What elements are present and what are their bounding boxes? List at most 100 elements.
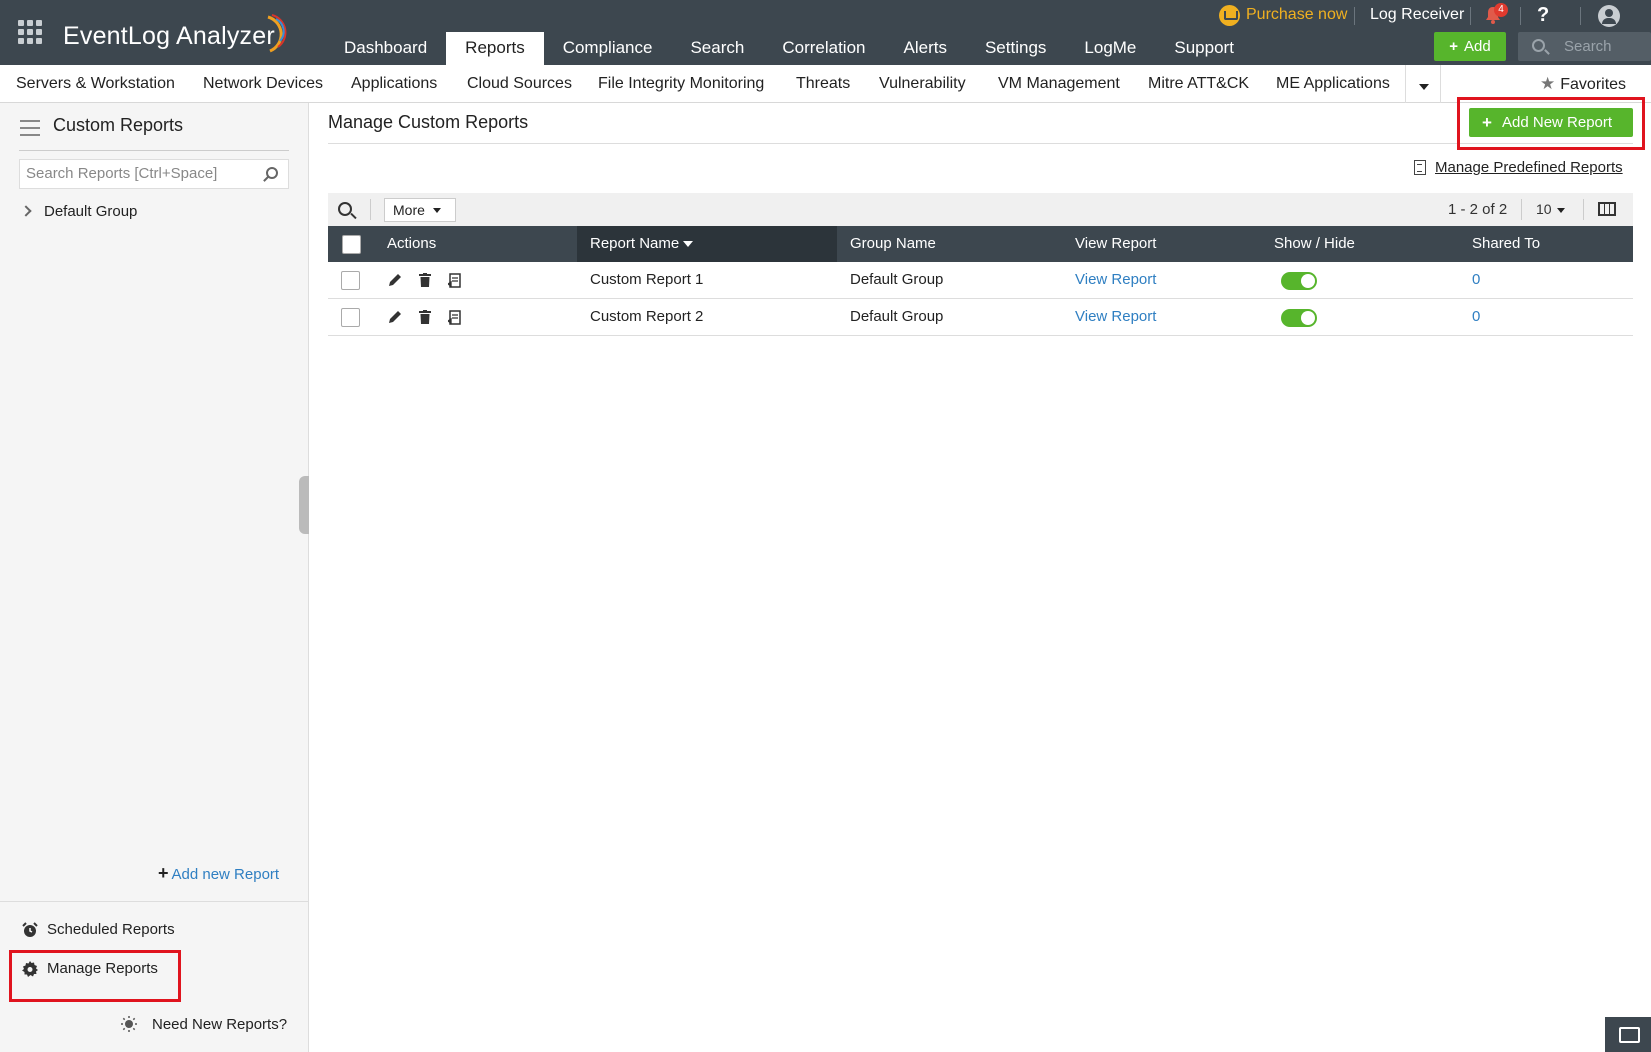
subnav-mitre-attack[interactable]: Mitre ATT&CK xyxy=(1148,65,1249,103)
subnav-file-integrity-monitoring[interactable]: File Integrity Monitoring xyxy=(598,65,764,103)
tab-dashboard[interactable]: Dashboard xyxy=(325,32,446,65)
manage-predefined-reports-link[interactable]: Manage Predefined Reports xyxy=(1414,159,1623,176)
search-icon[interactable] xyxy=(266,167,278,179)
column-header-shared-to[interactable]: Shared To xyxy=(1472,226,1540,262)
column-header-group-name[interactable]: Group Name xyxy=(850,226,936,262)
table-row: Custom Report 1 Default Group View Repor… xyxy=(328,262,1633,299)
show-hide-toggle[interactable] xyxy=(1281,272,1317,290)
sidebar-search-input[interactable]: Search Reports [Ctrl+Space] xyxy=(19,159,289,189)
tab-support[interactable]: Support xyxy=(1155,32,1253,65)
export-report-icon[interactable] xyxy=(448,310,462,326)
divider xyxy=(1520,7,1521,25)
export-report-icon[interactable] xyxy=(448,273,462,289)
plus-icon: + xyxy=(158,863,169,883)
notification-bell-icon[interactable]: 4 xyxy=(1485,3,1508,24)
sidebar: Custom Reports Search Reports [Ctrl+Spac… xyxy=(0,103,309,1052)
column-header-view-report[interactable]: View Report xyxy=(1075,226,1156,262)
table-search-icon[interactable] xyxy=(338,202,352,216)
column-chooser-icon[interactable] xyxy=(1598,202,1616,216)
need-new-reports-link[interactable]: Need New Reports? xyxy=(120,1015,287,1033)
subnav-vm-management[interactable]: VM Management xyxy=(998,65,1120,103)
divider xyxy=(1354,7,1355,25)
app-grid-icon[interactable] xyxy=(18,20,42,44)
sidebar-search-placeholder: Search Reports [Ctrl+Space] xyxy=(26,165,218,182)
sidebar-title: Custom Reports xyxy=(53,115,184,135)
table-row: Custom Report 2 Default Group View Repor… xyxy=(328,299,1633,336)
divider xyxy=(1521,199,1522,220)
per-page-dropdown[interactable]: 10 xyxy=(1536,193,1565,226)
tab-correlation[interactable]: Correlation xyxy=(763,32,884,65)
app-logo: EventLog Analyzer xyxy=(63,22,275,50)
column-header-show-hide[interactable]: Show / Hide xyxy=(1274,226,1355,262)
delete-trash-icon[interactable] xyxy=(419,310,431,324)
tab-compliance[interactable]: Compliance xyxy=(544,32,672,65)
page-title: Manage Custom Reports xyxy=(328,112,529,132)
view-report-link[interactable]: View Report xyxy=(1075,299,1156,335)
add-new-report-label: Add new Report xyxy=(171,866,280,883)
report-name-cell: Custom Report 2 xyxy=(590,308,704,325)
group-name-cell: Default Group xyxy=(850,308,944,325)
subnav-me-applications[interactable]: ME Applications xyxy=(1276,65,1390,103)
select-all-checkbox[interactable] xyxy=(342,235,361,254)
user-avatar-icon[interactable] xyxy=(1598,5,1620,27)
top-bar: EventLog Analyzer Dashboard Reports Comp… xyxy=(0,0,1651,65)
global-search-placeholder: Search xyxy=(1564,38,1612,55)
purchase-now-label: Purchase now xyxy=(1246,6,1348,23)
sidebar-item-default-group[interactable]: Default Group xyxy=(20,203,138,220)
subnav-threats[interactable]: Threats xyxy=(796,65,850,103)
tab-logme[interactable]: LogMe xyxy=(1065,32,1155,65)
subnav-network-devices[interactable]: Network Devices xyxy=(203,65,323,103)
add-button[interactable]: + Add xyxy=(1434,32,1506,61)
row-checkbox[interactable] xyxy=(341,308,360,327)
table-toolbar: More 1 - 2 of 2 10 xyxy=(328,193,1633,226)
report-name-cell: Custom Report 1 xyxy=(590,271,704,288)
sidebar-item-label: Default Group xyxy=(44,203,138,220)
subnav-applications[interactable]: Applications xyxy=(351,65,437,103)
divider xyxy=(328,143,1633,144)
notification-count-badge: 4 xyxy=(1494,3,1508,17)
more-dropdown[interactable]: More xyxy=(384,198,456,222)
show-hide-toggle[interactable] xyxy=(1281,309,1317,327)
shared-to-count-link[interactable]: 0 xyxy=(1472,299,1480,335)
app-window: EventLog Analyzer Dashboard Reports Comp… xyxy=(0,0,1651,1052)
subnav-vulnerability[interactable]: Vulnerability xyxy=(879,65,966,103)
shared-to-count-link[interactable]: 0 xyxy=(1472,262,1480,298)
row-checkbox[interactable] xyxy=(341,271,360,290)
log-receiver-link[interactable]: Log Receiver xyxy=(1370,0,1464,30)
edit-pencil-icon[interactable] xyxy=(388,273,402,287)
logo-arc-icon xyxy=(267,14,287,53)
purchase-now-link[interactable]: Purchase now xyxy=(1219,0,1347,30)
sub-nav: Servers & Workstation Network Devices Ap… xyxy=(0,65,1651,103)
global-search-input[interactable]: Search xyxy=(1518,32,1651,61)
chevron-right-icon xyxy=(20,205,32,217)
add-new-report-link[interactable]: + Add new Report xyxy=(158,863,279,884)
table-header: Actions Report Name Group Name View Repo… xyxy=(328,226,1633,262)
divider xyxy=(1470,7,1471,25)
column-header-report-name[interactable]: Report Name xyxy=(577,226,837,262)
subnav-servers-workstation[interactable]: Servers & Workstation xyxy=(16,65,175,103)
manage-predefined-reports-label: Manage Predefined Reports xyxy=(1435,159,1623,176)
chat-icon[interactable] xyxy=(1605,1017,1651,1052)
tab-settings[interactable]: Settings xyxy=(966,32,1065,65)
highlight-box xyxy=(1457,97,1645,150)
tab-alerts[interactable]: Alerts xyxy=(885,32,966,65)
hamburger-menu-icon[interactable] xyxy=(20,120,40,136)
view-report-link[interactable]: View Report xyxy=(1075,262,1156,298)
subnav-cloud-sources[interactable]: Cloud Sources xyxy=(467,65,572,103)
divider xyxy=(1580,7,1581,25)
edit-pencil-icon[interactable] xyxy=(388,310,402,324)
tab-search[interactable]: Search xyxy=(671,32,763,65)
top-nav: Dashboard Reports Compliance Search Corr… xyxy=(325,32,1253,65)
delete-trash-icon[interactable] xyxy=(419,273,431,287)
need-new-reports-label: Need New Reports? xyxy=(152,1015,288,1033)
highlight-box xyxy=(9,950,181,1002)
scheduled-reports-link[interactable]: Scheduled Reports xyxy=(22,921,175,938)
cart-icon xyxy=(1219,4,1240,26)
subnav-more-dropdown[interactable] xyxy=(1405,65,1441,103)
tab-reports[interactable]: Reports xyxy=(446,32,544,65)
help-icon[interactable]: ? xyxy=(1537,0,1549,30)
lightbulb-icon xyxy=(121,1016,137,1032)
sidebar-collapse-handle[interactable] xyxy=(299,476,309,534)
alarm-clock-icon xyxy=(22,921,38,937)
scheduled-reports-label: Scheduled Reports xyxy=(47,921,175,938)
